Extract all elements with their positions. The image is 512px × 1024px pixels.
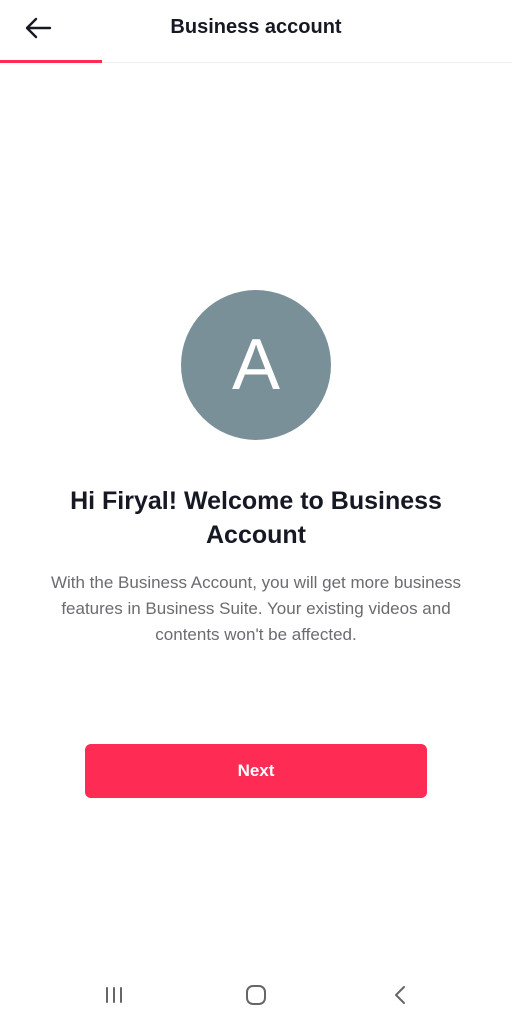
next-button[interactable]: Next xyxy=(85,744,427,798)
home-icon xyxy=(246,985,266,1005)
page-title: Business account xyxy=(170,16,342,38)
business-account-screen: Business account A Hi Firyal! Welcome to… xyxy=(0,0,512,1024)
nav-back-button[interactable] xyxy=(380,978,420,1012)
recent-apps-icon xyxy=(106,987,122,1003)
next-button-label: Next xyxy=(237,761,275,780)
avatar: A xyxy=(181,290,331,440)
system-navigation-bar xyxy=(0,966,512,1024)
progress-bar xyxy=(0,60,102,63)
nav-back-icon xyxy=(395,986,405,1004)
welcome-description: With the Business Account, you will get … xyxy=(50,573,462,644)
avatar-initial: A xyxy=(231,325,281,405)
welcome-title: Hi Firyal! Welcome to Business Account xyxy=(70,487,442,549)
home-button[interactable] xyxy=(236,978,276,1012)
recent-apps-button[interactable] xyxy=(94,978,134,1012)
top-bar: Business account xyxy=(0,0,512,63)
